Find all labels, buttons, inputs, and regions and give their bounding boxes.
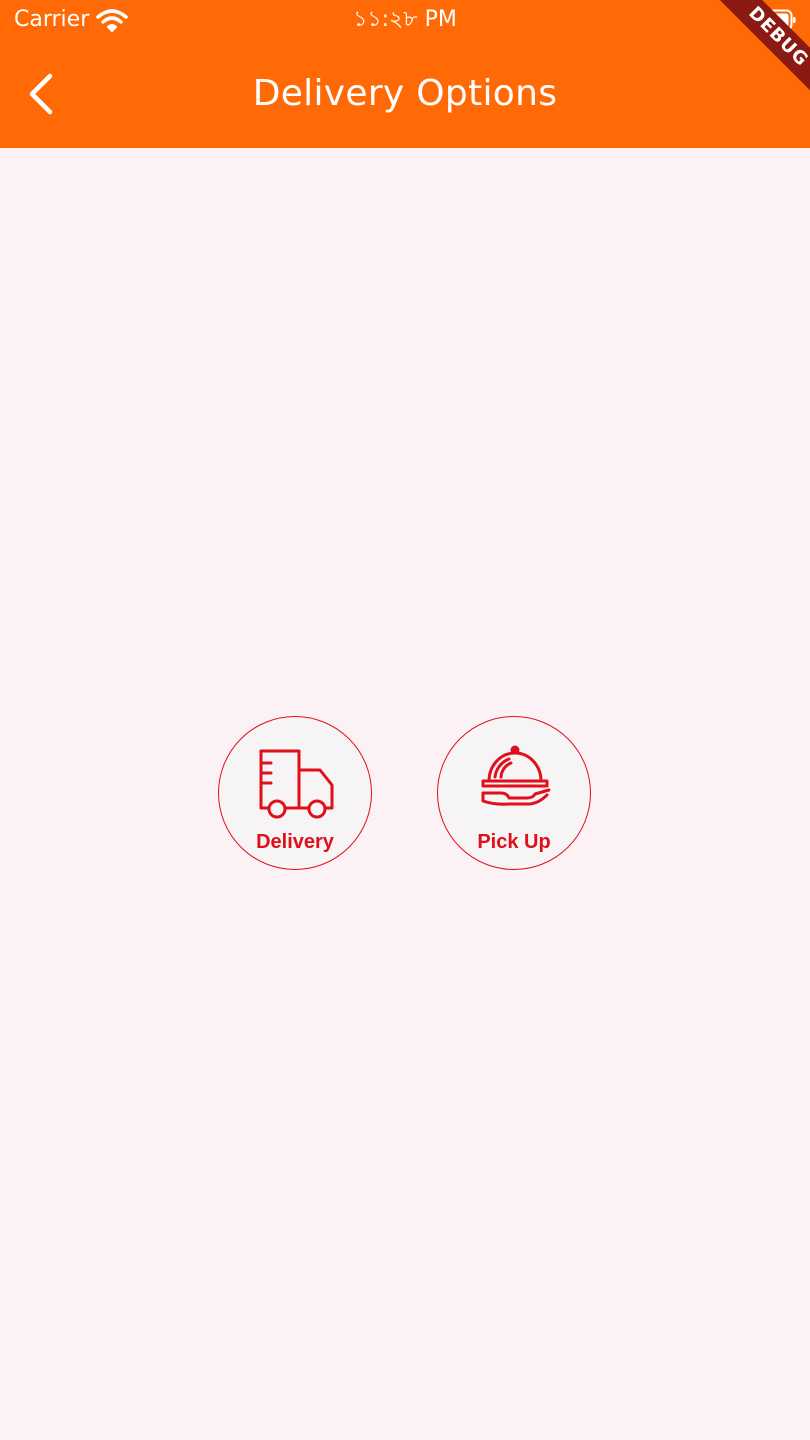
delivery-truck-icon xyxy=(259,749,334,819)
status-time: ১১:২৮ PM xyxy=(353,7,457,32)
delivery-option-label: Delivery xyxy=(256,831,334,853)
status-bar: Carrier ১১:২৮ PM xyxy=(0,0,810,44)
delivery-option-button[interactable]: Delivery xyxy=(218,716,372,870)
delivery-options: Delivery Pick Up xyxy=(0,716,810,874)
app-header: Carrier ১১:২৮ PM Delivery Options DEBUG xyxy=(0,0,810,148)
pickup-option-button[interactable]: Pick Up xyxy=(437,716,591,870)
page-title: Delivery Options xyxy=(252,73,558,114)
food-cloche-icon xyxy=(481,745,551,806)
pickup-option-label: Pick Up xyxy=(477,831,551,853)
